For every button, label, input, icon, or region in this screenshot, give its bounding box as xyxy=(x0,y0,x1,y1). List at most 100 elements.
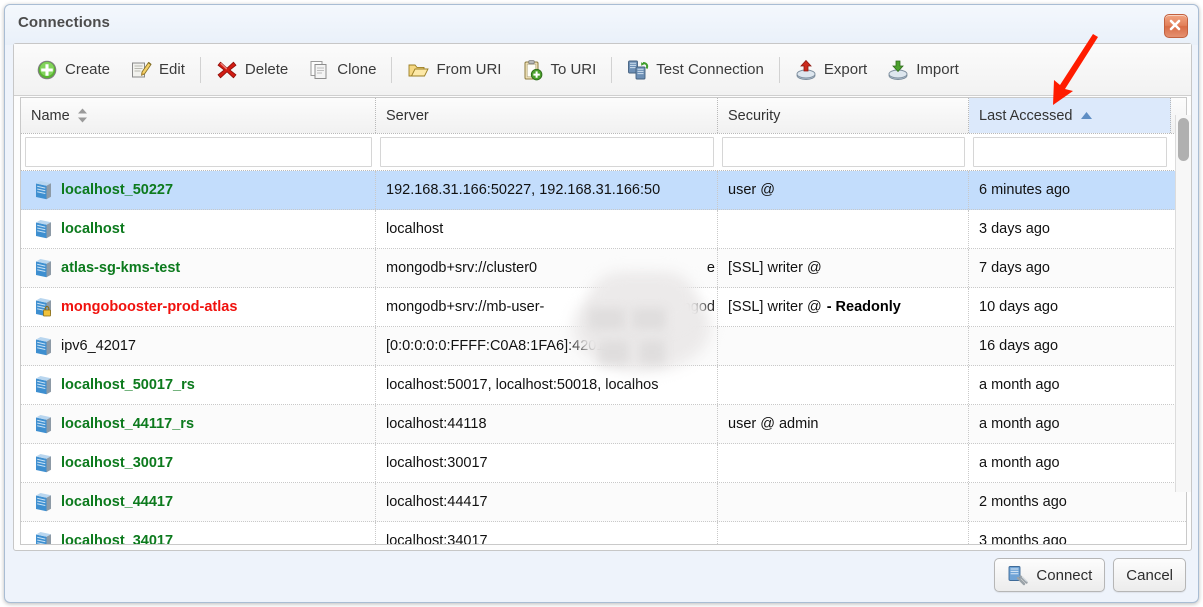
table-row[interactable]: atlas-sg-kms-test mongodb+srv://cluster0 e… xyxy=(21,249,1186,288)
server-icon xyxy=(36,337,51,356)
cell-last-accessed: a month ago xyxy=(969,444,1171,482)
last-accessed-text: a month ago xyxy=(979,455,1060,471)
connect-label: Connect xyxy=(1036,566,1093,584)
cell-security xyxy=(718,327,969,365)
cell-security: user @ admin xyxy=(718,405,969,443)
column-header-server[interactable]: Server xyxy=(376,98,718,133)
server-text: localhost:44118 xyxy=(386,416,487,432)
connection-name: localhost_44117_rs xyxy=(61,416,195,432)
clone-label: Clone xyxy=(337,61,377,78)
toolbar: Create Edit Delete Clone From URI To URI… xyxy=(14,44,1191,96)
close-icon[interactable] xyxy=(1164,14,1188,38)
cell-last-accessed: 10 days ago xyxy=(969,288,1171,326)
server-text-tail: e xyxy=(706,260,715,276)
vertical-scrollbar[interactable] xyxy=(1175,115,1191,492)
cell-name: localhost_34017 xyxy=(21,522,376,545)
import-down-arrow-icon xyxy=(888,60,908,80)
cell-name: localhost xyxy=(21,210,376,248)
last-accessed-text: 3 days ago xyxy=(979,221,1050,237)
cell-server: localhost:34017 xyxy=(376,522,718,544)
column-header-name[interactable]: Name xyxy=(21,98,376,133)
filter-input-server[interactable] xyxy=(381,138,713,166)
server-icon xyxy=(36,376,51,395)
cell-server: [0:0:0:0:0:FFFF:C0A8:1FA6]:42017 xyxy=(376,327,718,365)
import-label: Import xyxy=(916,61,959,78)
from-uri-button[interactable]: From URI xyxy=(397,52,511,88)
column-header-security[interactable]: Security xyxy=(718,98,969,133)
dialog-title: Connections xyxy=(18,14,110,31)
last-accessed-text: a month ago xyxy=(979,377,1060,393)
clipboard-plus-icon xyxy=(524,59,543,80)
connection-name: localhost xyxy=(61,221,125,237)
cell-last-accessed: 3 months ago xyxy=(969,522,1171,544)
toolbar-separator xyxy=(778,56,780,83)
cell-name: localhost_30017 xyxy=(21,444,376,482)
open-folder-yellow-icon xyxy=(409,64,430,76)
import-button[interactable]: Import xyxy=(877,52,969,88)
table-row[interactable]: localhost_44417 localhost:44417 2 months a… xyxy=(21,483,1186,522)
server-icon xyxy=(36,259,51,278)
clone-button[interactable]: Clone xyxy=(298,52,386,88)
column-header-label: Server xyxy=(386,107,429,124)
security-text: [SSL] writer @ xyxy=(728,299,822,315)
table-row[interactable]: localhost localhost 3 days ago xyxy=(21,210,1186,249)
filter-input-wrap-security[interactable] xyxy=(722,137,965,167)
cell-server: localhost:50017, localhost:50018, localh… xyxy=(376,366,718,404)
last-accessed-text: 10 days ago xyxy=(979,299,1059,315)
table-row[interactable]: mongobooster-prod-atlas mongodb+srv://mb-… xyxy=(21,288,1186,327)
edit-button[interactable]: Edit xyxy=(120,52,195,88)
connect-button[interactable]: Connect xyxy=(994,558,1106,592)
table-row[interactable]: localhost_30017 localhost:30017 a month ag… xyxy=(21,444,1186,483)
connections-dialog: Connections Create Edit Delete Clone Fro… xyxy=(4,4,1199,603)
server-text: localhost:30017 xyxy=(386,455,488,471)
table-row[interactable]: ipv6_42017 [0:0:0:0:0:FFFF:C0A8:1FA6]:420… xyxy=(21,327,1186,366)
filter-input-wrap-name[interactable] xyxy=(25,137,372,167)
server-icon xyxy=(36,454,51,473)
grid-header-row: Name Server Security Last Accessed xyxy=(21,98,1186,134)
export-label: Export xyxy=(823,61,868,78)
last-accessed-text: 6 minutes ago xyxy=(979,182,1071,198)
server-icon xyxy=(36,415,51,434)
toolbar-separator xyxy=(199,56,201,83)
filter-input-security[interactable] xyxy=(723,138,964,166)
last-accessed-text: a month ago xyxy=(979,416,1060,432)
table-row[interactable]: localhost_50227 192.168.31.166:50227, 192… xyxy=(21,171,1186,210)
red-x-icon xyxy=(217,61,237,78)
delete-button[interactable]: Delete xyxy=(206,52,298,88)
cancel-label: Cancel xyxy=(1126,566,1173,584)
cell-server: 192.168.31.166:50227, 192.168.31.166:50 xyxy=(376,171,718,209)
cell-security xyxy=(718,444,969,482)
connection-name: ipv6_42017 xyxy=(61,338,136,354)
create-button[interactable]: Create xyxy=(26,52,120,88)
cancel-button[interactable]: Cancel xyxy=(1113,558,1186,592)
export-up-arrow-icon xyxy=(796,59,816,80)
table-row[interactable]: localhost_34017 localhost:34017 3 months a… xyxy=(21,522,1186,545)
server-lock-icon xyxy=(36,298,51,317)
scrollbar-thumb[interactable] xyxy=(1178,118,1189,161)
last-accessed-text: 7 days ago xyxy=(979,260,1050,276)
filter-input-wrap-last_accessed[interactable] xyxy=(973,137,1167,167)
test-connection-label: Test Connection xyxy=(656,61,764,78)
cell-last-accessed: 6 minutes ago xyxy=(969,171,1171,209)
plus-circle-green-icon xyxy=(37,60,57,79)
dialog-titlebar: Connections xyxy=(5,5,1198,45)
column-header-last_accessed[interactable]: Last Accessed xyxy=(969,98,1171,133)
cell-security xyxy=(718,366,969,404)
table-row[interactable]: localhost_50017_rs localhost:50017, local… xyxy=(21,366,1186,405)
server-icon xyxy=(36,532,51,544)
server-text: mongodb+srv://cluster0 xyxy=(386,260,538,276)
connection-name: localhost_34017 xyxy=(61,533,174,545)
table-row[interactable]: localhost_44117_rs localhost:44118 user @ … xyxy=(21,405,1186,444)
export-button[interactable]: Export xyxy=(785,52,877,88)
filter-input-name[interactable] xyxy=(26,138,371,166)
last-accessed-text: 2 months ago xyxy=(979,494,1067,510)
close-x-glyph xyxy=(1169,19,1181,31)
to-uri-button[interactable]: To URI xyxy=(511,52,606,88)
cell-name: localhost_44117_rs xyxy=(21,405,376,443)
dialog-body: Create Edit Delete Clone From URI To URI… xyxy=(13,43,1192,551)
test-connection-button[interactable]: Test Connection xyxy=(617,52,774,88)
server-text: 192.168.31.166:50227, 192.168.31.166:50 xyxy=(386,182,661,198)
cell-last-accessed: a month ago xyxy=(969,366,1171,404)
filter-input-last_accessed[interactable] xyxy=(974,138,1166,166)
filter-input-wrap-server[interactable] xyxy=(380,137,714,167)
